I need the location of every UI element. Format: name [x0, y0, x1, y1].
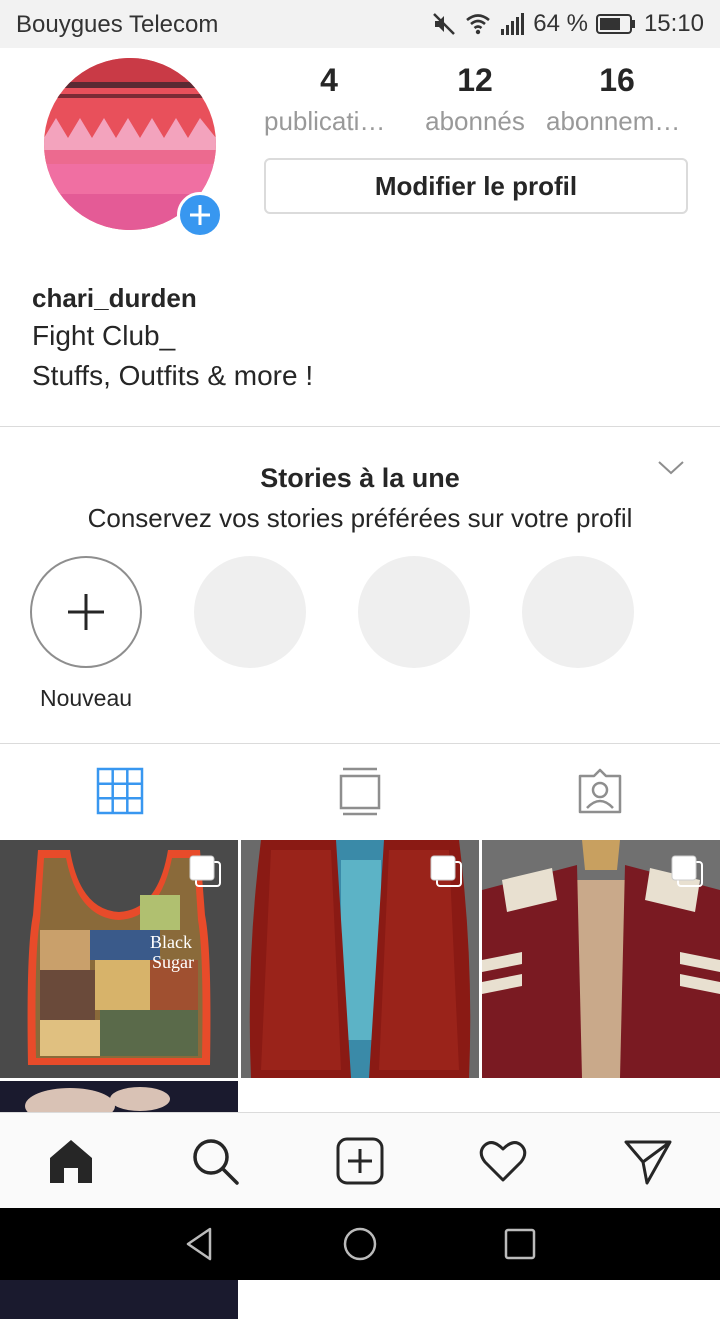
- plus-icon: [68, 594, 104, 630]
- battery-icon: [595, 14, 635, 34]
- followers-label: abonnés: [425, 106, 525, 136]
- followers-count[interactable]: 12 abonnés: [410, 60, 540, 138]
- add-story-button[interactable]: [177, 192, 223, 238]
- back-icon[interactable]: [182, 1226, 218, 1262]
- following-count[interactable]: 16 abonnements: [546, 60, 688, 138]
- recents-icon[interactable]: [502, 1226, 538, 1262]
- posts-count[interactable]: 4 publications: [264, 60, 394, 138]
- search-icon[interactable]: [190, 1136, 240, 1186]
- multiple-photos-icon: [189, 855, 221, 887]
- highlights-subtitle: Conservez vos stories préférées sur votr…: [87, 503, 633, 533]
- feed-icon[interactable]: [335, 766, 385, 816]
- followers-number: 12: [457, 62, 493, 98]
- multiple-photos-icon: [671, 855, 703, 887]
- highlight-placeholder: [522, 556, 634, 668]
- wifi-icon: [466, 14, 491, 35]
- posts-number: 4: [320, 62, 338, 98]
- highlight-placeholder: [194, 556, 306, 668]
- battery-percent: 64 %: [533, 10, 588, 37]
- grid-icon[interactable]: [95, 766, 145, 816]
- home-icon[interactable]: [46, 1136, 96, 1186]
- home-circle-icon[interactable]: [342, 1226, 378, 1262]
- following-number: 16: [599, 62, 635, 98]
- highlight-placeholder: [358, 556, 470, 668]
- svg-text:Sugar: Sugar: [152, 952, 194, 972]
- new-highlight-label: Nouveau: [39, 685, 133, 711]
- chevron-down-icon[interactable]: [656, 452, 686, 482]
- clock: 15:10: [643, 10, 704, 37]
- svg-text:Black: Black: [150, 932, 192, 952]
- profile-username: chari_durden: [32, 283, 197, 313]
- bio-line: Stuffs, Outfits & more !: [32, 360, 314, 391]
- mute-icon: [433, 13, 456, 35]
- tagged-icon[interactable]: [575, 766, 625, 816]
- status-icons: 64 % 15:10: [431, 8, 704, 40]
- add-post-icon[interactable]: [335, 1136, 385, 1186]
- carrier-name: Bouygues Telecom: [16, 11, 219, 38]
- posts-label: publications: [264, 106, 394, 136]
- heart-icon[interactable]: [478, 1136, 528, 1186]
- direct-icon[interactable]: [623, 1136, 673, 1186]
- divider: [0, 743, 720, 744]
- highlights-title: Stories à la une: [260, 463, 460, 493]
- signal-icon: [501, 13, 525, 35]
- following-label: abonnements: [546, 106, 688, 136]
- bio-line: Fight Club_: [32, 320, 176, 351]
- multiple-photos-icon: [430, 855, 462, 887]
- divider: [0, 426, 720, 427]
- edit-profile-button[interactable]: Modifier le profil: [264, 158, 688, 214]
